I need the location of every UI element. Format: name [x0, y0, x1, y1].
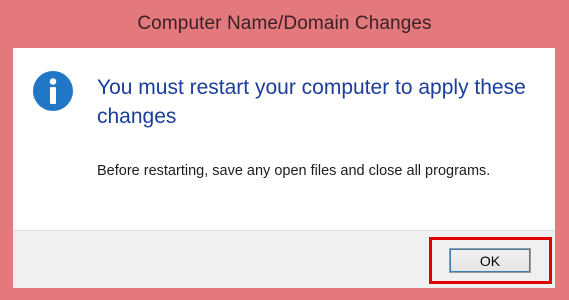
- ok-button[interactable]: OK: [449, 248, 531, 273]
- button-bar: OK: [13, 230, 555, 288]
- information-icon-stem: [50, 87, 56, 104]
- information-icon-dot: [49, 78, 57, 85]
- information-icon: [33, 71, 73, 111]
- title-bar[interactable]: Computer Name/Domain Changes: [0, 0, 569, 48]
- screenshot: Computer Name/Domain Changes You must re…: [0, 0, 569, 300]
- content-text: Before restarting, save any open files a…: [97, 163, 491, 179]
- dialog-window: Computer Name/Domain Changes You must re…: [0, 0, 569, 300]
- dialog-body: You must restart your computer to apply …: [13, 48, 555, 288]
- dialog-title: Computer Name/Domain Changes: [137, 13, 432, 34]
- main-instruction: You must restart your computer to apply …: [97, 76, 526, 128]
